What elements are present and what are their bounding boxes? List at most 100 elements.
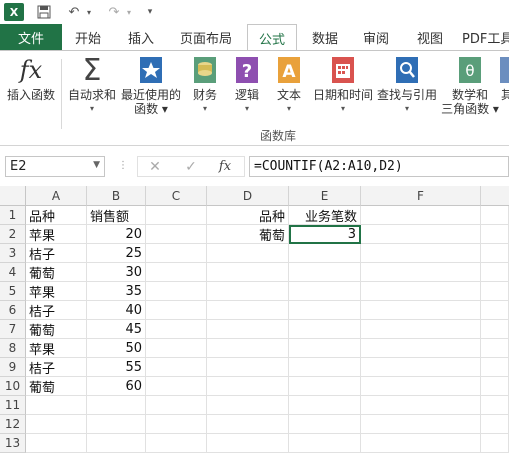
cell-E10[interactable] xyxy=(289,377,361,396)
cell-E7[interactable] xyxy=(289,320,361,339)
lookup-reference-button[interactable]: 查找与引用 ▾ xyxy=(376,55,438,116)
cell-F5[interactable] xyxy=(361,282,481,301)
cell-D8[interactable] xyxy=(207,339,289,358)
row-header-3[interactable]: 3 xyxy=(0,244,26,263)
column-header-G[interactable] xyxy=(481,186,509,206)
cell-B13[interactable] xyxy=(87,434,146,453)
cell-B10[interactable]: 60 xyxy=(87,377,146,396)
recent-functions-button[interactable]: 最近使用的 函数 ▾ xyxy=(118,55,184,116)
cell-G10[interactable] xyxy=(481,377,509,396)
cell-E6[interactable] xyxy=(289,301,361,320)
cell-F1[interactable] xyxy=(361,206,481,225)
cell-B9[interactable]: 55 xyxy=(87,358,146,377)
row-header-5[interactable]: 5 xyxy=(0,282,26,301)
cell-A8[interactable]: 苹果 xyxy=(26,339,87,358)
insert-function-fx-icon[interactable]: fx xyxy=(210,157,240,176)
name-box-dropdown-icon[interactable]: ▼ xyxy=(93,160,100,170)
row-header-11[interactable]: 11 xyxy=(0,396,26,415)
cell-G8[interactable] xyxy=(481,339,509,358)
cell-E9[interactable] xyxy=(289,358,361,377)
tab-file[interactable]: 文件 xyxy=(0,24,62,50)
cell-D3[interactable] xyxy=(207,244,289,263)
tab-pdf-tools[interactable]: PDF工具 xyxy=(462,24,509,50)
cell-D13[interactable] xyxy=(207,434,289,453)
cell-E2[interactable]: 3 xyxy=(289,225,361,244)
cell-A7[interactable]: 葡萄 xyxy=(26,320,87,339)
cell-F4[interactable] xyxy=(361,263,481,282)
cell-A11[interactable] xyxy=(26,396,87,415)
row-header-2[interactable]: 2 xyxy=(0,225,26,244)
cell-B7[interactable]: 45 xyxy=(87,320,146,339)
tab-insert[interactable]: 插入 xyxy=(119,24,163,50)
row-header-4[interactable]: 4 xyxy=(0,263,26,282)
cell-G11[interactable] xyxy=(481,396,509,415)
cell-D1[interactable]: 品种 xyxy=(207,206,289,225)
math-trig-button[interactable]: θ 数学和 三角函数 ▾ xyxy=(440,55,500,116)
enter-icon[interactable]: ✓ xyxy=(176,157,206,176)
cell-B3[interactable]: 25 xyxy=(87,244,146,263)
cell-G12[interactable] xyxy=(481,415,509,434)
cell-B6[interactable]: 40 xyxy=(87,301,146,320)
more-functions-button[interactable]: 其 xyxy=(500,55,509,102)
logical-button[interactable]: ? 逻辑 ▾ xyxy=(230,55,264,116)
cell-E1[interactable]: 业务笔数 xyxy=(289,206,361,225)
tab-view[interactable]: 视图 xyxy=(408,24,452,50)
row-header-10[interactable]: 10 xyxy=(0,377,26,396)
cell-E12[interactable] xyxy=(289,415,361,434)
cell-D5[interactable] xyxy=(207,282,289,301)
cell-E4[interactable] xyxy=(289,263,361,282)
name-box[interactable]: E2 ▼ xyxy=(5,156,105,177)
save-icon[interactable] xyxy=(34,2,54,22)
row-header-7[interactable]: 7 xyxy=(0,320,26,339)
cell-A13[interactable] xyxy=(26,434,87,453)
tab-formulas[interactable]: 公式 xyxy=(247,24,297,51)
cell-C12[interactable] xyxy=(146,415,207,434)
cell-C7[interactable] xyxy=(146,320,207,339)
cell-C13[interactable] xyxy=(146,434,207,453)
cell-A10[interactable]: 葡萄 xyxy=(26,377,87,396)
cell-G3[interactable] xyxy=(481,244,509,263)
cell-D9[interactable] xyxy=(207,358,289,377)
cell-C8[interactable] xyxy=(146,339,207,358)
cell-C3[interactable] xyxy=(146,244,207,263)
row-header-13[interactable]: 13 xyxy=(0,434,26,453)
cell-D2[interactable]: 葡萄 xyxy=(207,225,289,244)
cell-G1[interactable] xyxy=(481,206,509,225)
cell-A2[interactable]: 苹果 xyxy=(26,225,87,244)
cell-E13[interactable] xyxy=(289,434,361,453)
insert-function-button[interactable]: fx 插入函数 xyxy=(4,55,58,102)
customize-quick-access-icon[interactable]: ▾ xyxy=(144,2,156,22)
autosum-button[interactable]: Σ 自动求和 ▾ xyxy=(64,53,120,116)
cell-A4[interactable]: 葡萄 xyxy=(26,263,87,282)
cell-F6[interactable] xyxy=(361,301,481,320)
cell-C6[interactable] xyxy=(146,301,207,320)
cell-D7[interactable] xyxy=(207,320,289,339)
row-header-8[interactable]: 8 xyxy=(0,339,26,358)
cancel-icon[interactable]: ✕ xyxy=(140,157,170,176)
cell-F3[interactable] xyxy=(361,244,481,263)
redo-dropdown-icon[interactable]: ▾ xyxy=(124,2,134,22)
column-header-B[interactable]: B xyxy=(87,186,146,206)
redo-icon[interactable]: ↷ xyxy=(104,2,124,22)
tab-data[interactable]: 数据 xyxy=(303,24,347,50)
formula-bar-resize-handle[interactable]: ⋮ xyxy=(118,160,129,171)
row-header-12[interactable]: 12 xyxy=(0,415,26,434)
financial-button[interactable]: 财务 ▾ xyxy=(188,55,222,116)
cell-A6[interactable]: 桔子 xyxy=(26,301,87,320)
date-time-button[interactable]: 日期和时间 ▾ xyxy=(310,55,376,116)
cell-G13[interactable] xyxy=(481,434,509,453)
cell-A3[interactable]: 桔子 xyxy=(26,244,87,263)
cell-E8[interactable] xyxy=(289,339,361,358)
column-header-C[interactable]: C xyxy=(146,186,207,206)
tab-home[interactable]: 开始 xyxy=(66,24,110,50)
cell-F12[interactable] xyxy=(361,415,481,434)
column-header-E[interactable]: E xyxy=(289,186,361,206)
cell-E5[interactable] xyxy=(289,282,361,301)
cell-B12[interactable] xyxy=(87,415,146,434)
column-header-F[interactable]: F xyxy=(361,186,481,206)
cell-D11[interactable] xyxy=(207,396,289,415)
row-header-9[interactable]: 9 xyxy=(0,358,26,377)
row-header-6[interactable]: 6 xyxy=(0,301,26,320)
cell-A1[interactable]: 品种 xyxy=(26,206,87,225)
tab-review[interactable]: 审阅 xyxy=(354,24,398,50)
